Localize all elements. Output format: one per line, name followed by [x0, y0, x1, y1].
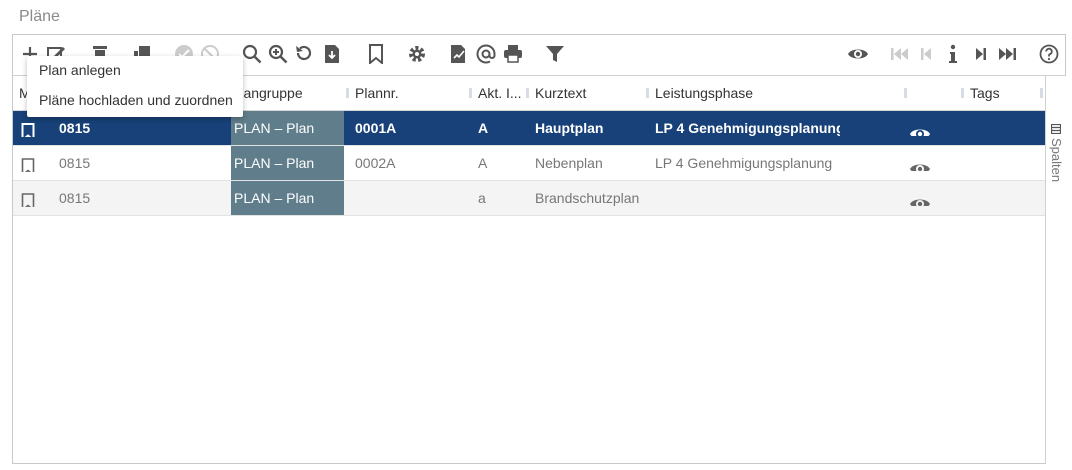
- help-icon: [1039, 44, 1059, 64]
- settings-button[interactable]: [404, 40, 430, 68]
- add-dropdown-menu: Plan anlegen Pläne hochladen und zuordne…: [27, 56, 243, 117]
- bookmark-icon[interactable]: [21, 154, 35, 172]
- column-separator[interactable]: [1040, 88, 1043, 98]
- zoom-in-button[interactable]: [265, 40, 291, 68]
- column-separator[interactable]: [469, 88, 472, 98]
- column-separator[interactable]: [646, 88, 649, 98]
- table-row[interactable]: 0815 PLAN – Plan 0002A A Nebenplan LP 4 …: [13, 146, 1045, 181]
- cell-m: 0815: [59, 190, 91, 206]
- menu-item-plaene-hochladen[interactable]: Pläne hochladen und zuordnen: [39, 88, 233, 112]
- first-button[interactable]: [887, 40, 913, 68]
- eye-icon: [848, 49, 868, 59]
- column-header-tags[interactable]: Tags: [970, 76, 1030, 110]
- page-title: Pläne: [19, 8, 60, 25]
- column-separator[interactable]: [904, 88, 907, 98]
- bookmark-button[interactable]: [363, 40, 389, 68]
- eye-icon[interactable]: [909, 190, 931, 206]
- column-header-preview[interactable]: [913, 76, 953, 110]
- columns-icon: [1051, 124, 1061, 134]
- last-button[interactable]: [994, 40, 1020, 68]
- cell-akt: a: [478, 190, 486, 206]
- column-header-plannr[interactable]: Plannr.: [355, 76, 455, 110]
- column-separator[interactable]: [961, 88, 964, 98]
- table-row[interactable]: 0815 PLAN – Plan a Brandschutzplan: [13, 181, 1045, 216]
- cell-leistungsphase: LP 4 Genehmigungsplanung: [655, 120, 840, 136]
- menu-item-plan-anlegen[interactable]: Plan anlegen: [39, 58, 121, 82]
- filter-icon: [546, 46, 564, 62]
- cell-akt: A: [478, 120, 489, 136]
- columns-toggle-label[interactable]: Spalten: [1049, 138, 1064, 182]
- cell-tags: [970, 111, 1030, 145]
- first-page-icon: [891, 48, 908, 60]
- cell-tags: [970, 146, 1030, 180]
- gear-icon: [409, 46, 425, 62]
- undo-icon: [296, 45, 312, 61]
- cell-akt: A: [478, 155, 488, 171]
- column-header-plangruppe[interactable]: Plangruppe: [231, 76, 331, 110]
- at-icon: [476, 44, 496, 64]
- column-header-akt[interactable]: Akt. I...: [478, 76, 524, 110]
- column-separator[interactable]: [346, 88, 349, 98]
- columns-sidebar[interactable]: Spalten: [1045, 76, 1066, 464]
- reset-button[interactable]: [291, 40, 317, 68]
- next-button[interactable]: [968, 40, 994, 68]
- cell-tags: [970, 181, 1030, 215]
- cell-kurztext: Hauptplan: [535, 120, 604, 136]
- cell-plangruppe: PLAN – Plan: [231, 146, 344, 180]
- cell-plannr: 0002A: [355, 155, 396, 171]
- zoom-in-icon: [268, 44, 288, 64]
- previous-button[interactable]: [913, 40, 939, 68]
- cell-leistungsphase: LP 4 Genehmigungsplanung: [655, 155, 833, 171]
- cell-leistungsphase: [655, 181, 840, 215]
- cell-plannr: [355, 181, 465, 215]
- eye-icon[interactable]: [909, 120, 931, 136]
- info-button[interactable]: [940, 40, 966, 68]
- preview-button[interactable]: [845, 40, 871, 68]
- file-signature-icon: [451, 45, 465, 63]
- file-download-icon: [325, 45, 339, 63]
- cell-kurztext: Brandschutzplan: [535, 190, 640, 206]
- bookmark-icon[interactable]: [21, 189, 35, 207]
- cell-plannr: 0001A: [355, 120, 397, 136]
- column-separator[interactable]: [526, 88, 529, 98]
- cell-plangruppe: PLAN – Plan: [231, 111, 344, 145]
- previous-icon: [921, 48, 931, 60]
- help-button[interactable]: [1036, 40, 1062, 68]
- bookmark-icon[interactable]: [21, 119, 35, 137]
- print-button[interactable]: [500, 40, 526, 68]
- eye-icon[interactable]: [909, 155, 931, 171]
- sign-button[interactable]: [446, 40, 472, 68]
- cell-plangruppe: PLAN – Plan: [231, 181, 344, 215]
- column-header-leistungsphase[interactable]: Leistungsphase: [655, 76, 835, 110]
- column-header-kurztext[interactable]: Kurztext: [535, 76, 635, 110]
- bookmark-icon: [369, 44, 383, 64]
- cell-kurztext: Nebenplan: [535, 155, 603, 171]
- print-icon: [504, 45, 522, 63]
- cell-m: 0815: [59, 155, 91, 171]
- last-page-icon: [999, 48, 1016, 60]
- email-button[interactable]: [473, 40, 499, 68]
- filter-button[interactable]: [542, 40, 568, 68]
- info-icon: [949, 44, 957, 63]
- next-icon: [976, 48, 986, 60]
- search-icon: [242, 44, 262, 64]
- download-button[interactable]: [319, 40, 345, 68]
